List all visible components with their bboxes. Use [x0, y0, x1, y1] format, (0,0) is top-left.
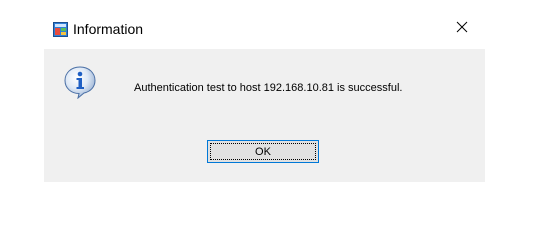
- app-icon: [53, 22, 68, 37]
- close-button[interactable]: [439, 8, 485, 49]
- window-title: Information: [73, 21, 144, 37]
- title-bar: Information: [44, 8, 485, 49]
- ok-button-label: OK: [255, 145, 271, 158]
- message-text: Authentication test to host 192.168.10.8…: [134, 82, 403, 94]
- ok-button[interactable]: OK: [207, 140, 319, 163]
- close-icon: [456, 20, 468, 38]
- info-icon: [63, 65, 97, 100]
- information-dialog: Information Authentication test to host …: [44, 8, 485, 182]
